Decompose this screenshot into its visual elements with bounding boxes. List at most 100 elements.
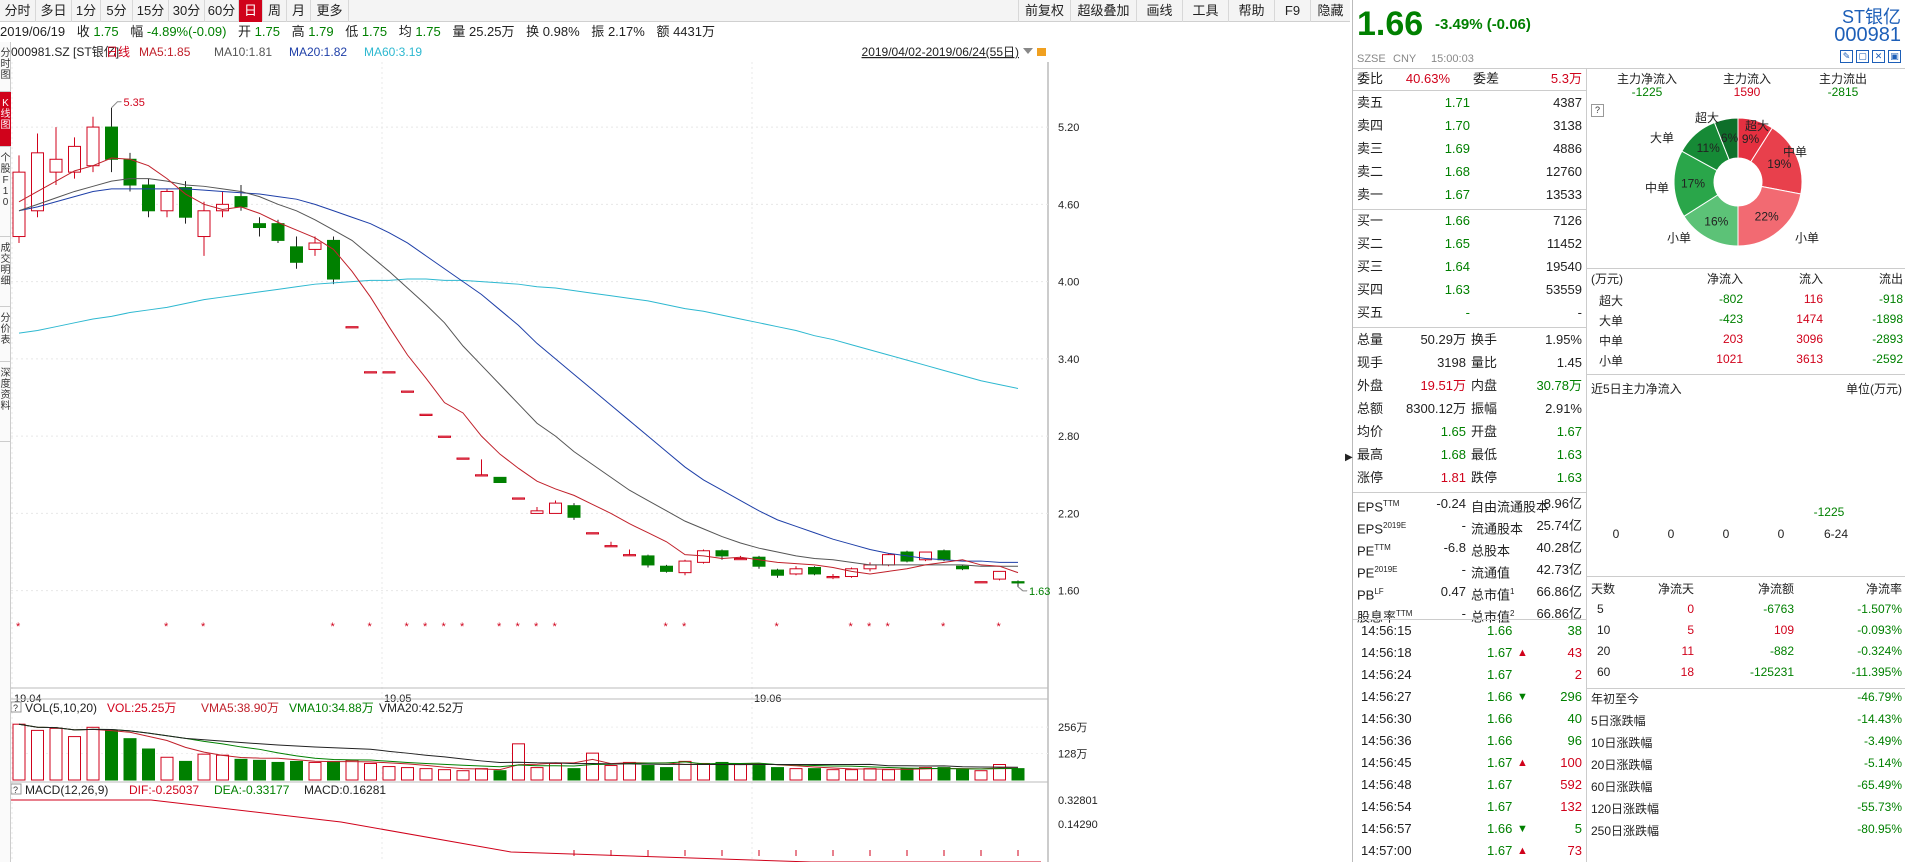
event-marker[interactable]: * — [497, 621, 502, 633]
left-nav-tab-4[interactable]: 分价表 — [0, 307, 11, 362]
window-icon[interactable]: ▢ — [1856, 50, 1869, 63]
toolbar-button-0[interactable]: 前复权 — [1018, 0, 1070, 22]
candle[interactable] — [253, 217, 266, 237]
candle[interactable] — [197, 201, 211, 256]
candle[interactable] — [808, 566, 821, 576]
period-tab-0[interactable]: 分时 — [0, 0, 36, 22]
left-nav-tab-2[interactable]: 个股F10 — [0, 147, 11, 237]
event-marker[interactable]: * — [16, 621, 21, 633]
candle[interactable] — [68, 137, 81, 179]
candle[interactable] — [549, 500, 562, 514]
toolbar-button-6[interactable]: 隐藏 — [1310, 0, 1350, 22]
event-marker[interactable]: * — [405, 621, 410, 633]
event-marker[interactable]: * — [423, 621, 428, 633]
candle[interactable] — [290, 236, 303, 269]
candle[interactable] — [308, 236, 322, 256]
close-icon[interactable]: ✕ — [1872, 50, 1885, 63]
candle-body — [937, 550, 951, 561]
candle[interactable] — [567, 503, 581, 520]
event-marker[interactable]: * — [331, 621, 336, 633]
event-marker[interactable]: * — [867, 621, 872, 633]
range-dropdown-icon[interactable] — [1023, 48, 1033, 54]
left-nav-tab-3[interactable]: 成交明细 — [0, 237, 11, 307]
candle[interactable] — [475, 459, 488, 477]
edit-icon[interactable]: ✎ — [1840, 50, 1853, 63]
candle[interactable] — [345, 326, 359, 329]
toolbar-button-4[interactable]: 帮助 — [1228, 0, 1274, 22]
candle[interactable] — [919, 551, 932, 562]
event-marker[interactable]: * — [534, 621, 539, 633]
left-nav-tab-5[interactable]: 深度资料 — [0, 362, 11, 442]
candle[interactable] — [438, 435, 451, 438]
event-marker[interactable]: * — [849, 621, 854, 633]
event-marker[interactable]: * — [997, 621, 1002, 633]
candle[interactable] — [882, 553, 895, 567]
event-marker[interactable]: * — [516, 621, 521, 633]
event-marker[interactable]: * — [164, 621, 169, 633]
change-label: 幅 — [130, 24, 144, 39]
period-tab-7[interactable]: 日 — [239, 0, 263, 22]
candle[interactable] — [327, 236, 340, 285]
candle[interactable] — [623, 549, 636, 557]
candle[interactable] — [216, 191, 229, 218]
candle[interactable] — [660, 564, 673, 573]
toolbar-button-3[interactable]: 工具 — [1182, 0, 1228, 22]
period-tab-1[interactable]: 多日 — [36, 0, 72, 22]
candle[interactable] — [845, 567, 858, 578]
left-nav-tab-1[interactable]: K线图 — [0, 92, 11, 147]
candle[interactable] — [382, 371, 396, 374]
candle[interactable] — [142, 178, 155, 218]
period-tab-6[interactable]: 60分 — [205, 0, 239, 22]
event-marker[interactable]: * — [775, 621, 780, 633]
candle[interactable] — [401, 390, 414, 393]
event-marker[interactable]: * — [368, 621, 373, 633]
candle[interactable] — [271, 219, 285, 243]
candle[interactable] — [863, 562, 877, 572]
grid-icon[interactable]: ▣ — [1888, 50, 1901, 63]
event-marker[interactable]: * — [201, 621, 206, 633]
chart-range[interactable]: 2019/04/02-2019/06/24(55日) — [862, 45, 1019, 59]
period-tab-10[interactable]: 更多 — [311, 0, 349, 22]
period-tab-2[interactable]: 1分 — [72, 0, 101, 22]
candle[interactable] — [586, 532, 599, 535]
event-marker[interactable]: * — [664, 621, 669, 633]
toolbar-button-2[interactable]: 画线 — [1136, 0, 1182, 22]
candle[interactable] — [993, 570, 1006, 581]
period-tab-5[interactable]: 30分 — [169, 0, 205, 22]
candle[interactable] — [419, 413, 433, 416]
period-tab-4[interactable]: 15分 — [133, 0, 169, 22]
candle[interactable] — [179, 181, 192, 224]
event-marker[interactable]: * — [442, 621, 447, 633]
toolbar-button-5[interactable]: F9 — [1274, 0, 1310, 22]
period-tab-8[interactable]: 周 — [263, 0, 287, 22]
candle[interactable] — [604, 541, 618, 548]
candle[interactable] — [752, 555, 766, 569]
event-marker[interactable]: * — [941, 621, 946, 633]
event-marker[interactable]: * — [553, 621, 558, 633]
candle[interactable] — [105, 107, 118, 173]
event-marker[interactable]: * — [460, 621, 465, 633]
event-marker[interactable]: * — [886, 621, 891, 633]
candle[interactable] — [826, 573, 840, 580]
candle[interactable] — [512, 497, 525, 500]
candle[interactable] — [364, 371, 377, 374]
candle[interactable] — [160, 188, 174, 218]
event-marker[interactable]: * — [682, 621, 687, 633]
candle[interactable] — [49, 127, 63, 186]
candle[interactable] — [771, 568, 784, 578]
period-tab-3[interactable]: 5分 — [101, 0, 133, 22]
left-nav-tab-0[interactable]: 分时图 — [0, 42, 11, 92]
candle[interactable] — [789, 566, 803, 576]
candle[interactable] — [1011, 580, 1025, 587]
candle[interactable] — [641, 554, 655, 568]
candle[interactable] — [493, 476, 507, 484]
candle[interactable] — [678, 559, 692, 576]
period-tab-9[interactable]: 月 — [287, 0, 311, 22]
candle[interactable] — [456, 457, 470, 460]
kline-chart[interactable]: 000981.SZ [ST银亿]日线 MA5:1.85 MA10:1.81 MA20:… — [11, 42, 1350, 862]
candle[interactable] — [974, 581, 988, 584]
toolbar-button-1[interactable]: 超级叠加 — [1070, 0, 1136, 22]
tick-row: 14:56:48 1.67 592 — [1353, 774, 1586, 796]
candle[interactable] — [530, 506, 544, 514]
collapse-arrow-icon[interactable]: ▶ — [1345, 452, 1353, 463]
